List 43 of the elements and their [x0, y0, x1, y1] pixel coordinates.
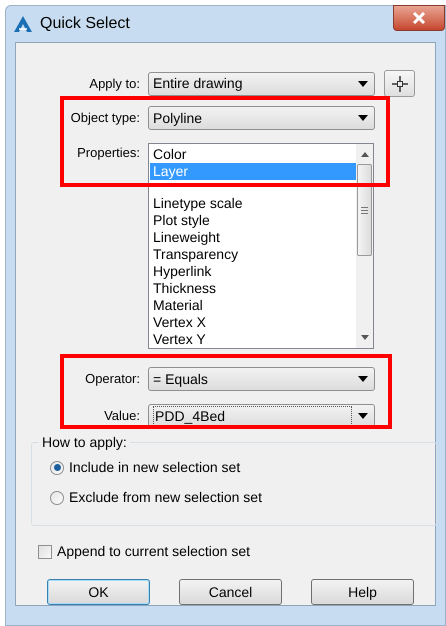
crosshair-icon: [392, 76, 408, 92]
dropdown-caret-icon: [358, 376, 368, 382]
scrollbar-thumb[interactable]: [357, 164, 372, 256]
dropdown-caret-icon: [358, 80, 368, 86]
app-logo-icon: [14, 16, 32, 32]
list-item[interactable]: Hyperlink: [150, 263, 356, 280]
dropdown[interactable]: = Equals: [148, 367, 375, 391]
radio-button[interactable]: [50, 490, 64, 504]
radio-button[interactable]: [50, 460, 64, 474]
scroll-down-icon: [360, 335, 368, 340]
radio-label: Exclude from new selection set: [69, 488, 262, 507]
checkbox[interactable]: [38, 544, 52, 558]
grip-icon: [361, 206, 368, 214]
checkbox-label: Append to current selection set: [57, 542, 250, 561]
list-item[interactable]: Vertex X: [150, 314, 356, 331]
dropdown-caret-icon: [358, 115, 368, 121]
list-item[interactable]: Linetype scale: [150, 195, 356, 212]
list-item[interactable]: Material: [150, 297, 356, 314]
list-item[interactable]: Plot style: [150, 212, 356, 229]
dropdown[interactable]: Entire drawing: [148, 72, 375, 96]
list-item[interactable]: Lineweight: [150, 229, 356, 246]
field-label: Value:: [104, 407, 140, 426]
field-label: Object type:: [70, 109, 140, 128]
field-label: Operator:: [85, 370, 140, 388]
close-icon: [412, 12, 426, 24]
scroll-up-icon: [360, 152, 368, 157]
list-item[interactable]: Transparency: [150, 246, 356, 263]
list-item[interactable]: Color: [150, 146, 356, 163]
window-title: Quick Select: [40, 14, 130, 34]
close-button[interactable]: [393, 5, 445, 31]
dialog-button[interactable]: Cancel: [179, 579, 282, 605]
list-item[interactable]: Thickness: [150, 280, 356, 297]
dropdown[interactable]: Polyline: [148, 106, 375, 130]
group-title: How to apply:: [39, 434, 130, 450]
dialog-button[interactable]: Help: [311, 579, 414, 605]
scrollbar[interactable]: [356, 144, 373, 348]
field-label: Apply to:: [89, 74, 140, 93]
radio-label: Include in new selection set: [69, 458, 240, 477]
field-label: Properties:: [77, 144, 140, 161]
dialog-button[interactable]: OK: [47, 579, 150, 605]
pick-objects-button[interactable]: [384, 70, 415, 97]
list-item[interactable]: Vertex Y: [150, 331, 356, 348]
dropdown-caret-icon: [358, 413, 368, 419]
